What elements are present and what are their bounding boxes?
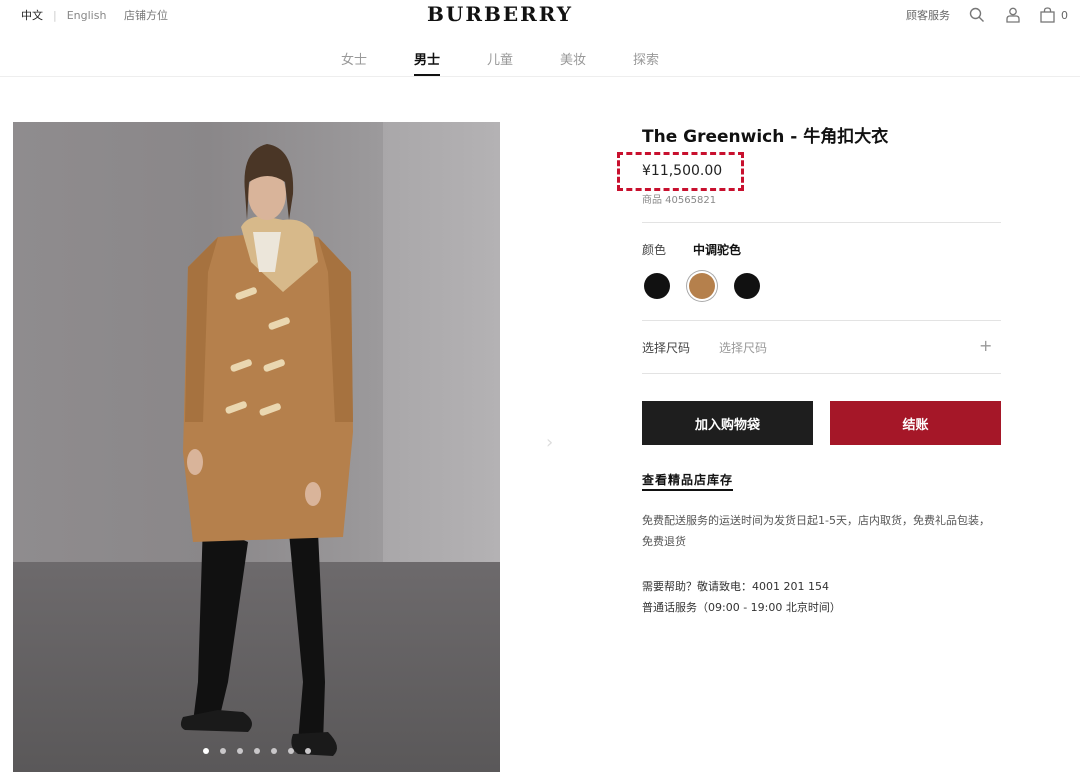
next-image-arrow-icon[interactable]: › bbox=[546, 432, 553, 453]
nav-item-children[interactable]: 儿童 bbox=[487, 49, 513, 76]
color-swatch-black[interactable] bbox=[644, 273, 670, 299]
size-select[interactable]: 选择尺码 bbox=[719, 339, 767, 356]
gallery-dot[interactable] bbox=[287, 748, 294, 754]
color-swatch-black-2[interactable] bbox=[734, 273, 760, 299]
divider bbox=[642, 320, 1001, 321]
color-swatch-camel[interactable] bbox=[689, 273, 715, 299]
brand-logo[interactable]: BURBERRY bbox=[0, 2, 1000, 26]
nav-item-men[interactable]: 男士 bbox=[413, 49, 440, 76]
help-hours: 普通话服务（09:00 - 19:00 北京时间） bbox=[642, 601, 841, 614]
gallery-dot[interactable] bbox=[219, 748, 226, 754]
color-label: 颜色 bbox=[642, 243, 667, 257]
nav-item-women[interactable]: 女士 bbox=[341, 49, 367, 76]
gallery-dot[interactable] bbox=[304, 748, 311, 754]
nav-item-explore[interactable]: 探索 bbox=[633, 49, 659, 76]
gallery-dot[interactable] bbox=[236, 748, 243, 754]
add-to-bag-button[interactable]: 加入购物袋 bbox=[642, 401, 813, 445]
shopping-bag-icon bbox=[1040, 7, 1055, 23]
header-actions: 顾客服务 0 bbox=[906, 6, 1068, 24]
size-label: 选择尺码 bbox=[642, 341, 691, 355]
customer-service-link[interactable]: 顾客服务 bbox=[906, 7, 950, 23]
shipping-info: 免费配送服务的运送时间为发货日起1-5天，店内取货，免费礼品包装，免费退货 bbox=[642, 514, 990, 548]
check-store-stock-link[interactable]: 查看精品店库存 bbox=[642, 471, 734, 491]
divider bbox=[642, 222, 1001, 223]
account-icon[interactable] bbox=[1004, 6, 1022, 24]
help-info: 需要帮助？敬请致电：4001 201 154 普通话服务（09:00 - 19:… bbox=[642, 576, 841, 618]
product-image[interactable] bbox=[13, 122, 500, 772]
gallery-dot[interactable] bbox=[253, 748, 260, 754]
main-nav: 女士 男士 儿童 美妆 探索 bbox=[0, 49, 1000, 76]
cart-count: 0 bbox=[1061, 8, 1068, 22]
cart-button[interactable]: 0 bbox=[1040, 7, 1068, 23]
gallery-dots bbox=[13, 748, 500, 754]
product-title: The Greenwich - 牛角扣大衣 bbox=[642, 127, 889, 147]
search-icon[interactable] bbox=[968, 6, 986, 24]
expand-plus-icon[interactable]: + bbox=[979, 336, 992, 355]
help-phone: 需要帮助？敬请致电：4001 201 154 bbox=[642, 580, 829, 593]
checkout-button[interactable]: 结账 bbox=[830, 401, 1001, 445]
gallery-dot[interactable] bbox=[270, 748, 277, 754]
product-price: ¥11,500.00 bbox=[642, 163, 723, 179]
nav-item-beauty[interactable]: 美妆 bbox=[560, 49, 586, 76]
model-figure bbox=[180, 144, 353, 756]
product-sku: 商品 40565821 bbox=[642, 195, 717, 206]
color-value: 中调驼色 bbox=[693, 243, 742, 257]
divider bbox=[642, 373, 1001, 374]
nav-divider bbox=[0, 76, 1080, 77]
gallery-dot[interactable] bbox=[202, 748, 209, 754]
